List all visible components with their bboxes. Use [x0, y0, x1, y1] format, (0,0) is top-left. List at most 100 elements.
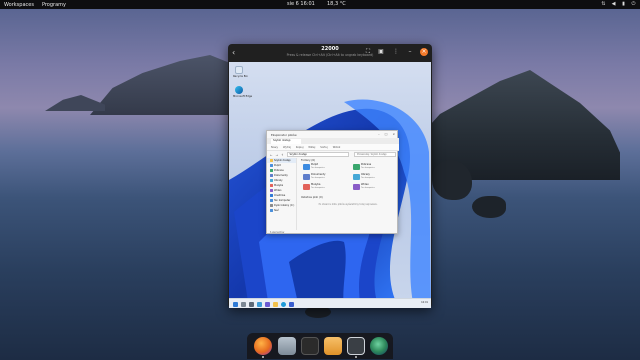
menu-icon[interactable]: ⋮ — [393, 49, 399, 55]
recycle-bin-icon — [235, 66, 243, 74]
new-button[interactable]: Nowy — [271, 146, 278, 149]
cut-button[interactable]: Wytnij — [283, 146, 291, 149]
maximize-icon[interactable]: □ — [385, 132, 388, 136]
paste-button[interactable]: Wklej — [308, 146, 315, 149]
window-controls: – □ × — [378, 132, 395, 136]
folder-icon — [270, 189, 273, 192]
weather-indicator[interactable]: 18,3 °C — [327, 0, 346, 9]
sort-button[interactable]: Sortuj — [320, 146, 327, 149]
file-explorer-window: Eksplorator plików – □ × Szybki dostęp N… — [266, 130, 399, 234]
vm-subtitle: Press & release Ctrl+Alt (Ctrl+Alt to un… — [286, 53, 374, 57]
battery-icon: ▮ — [622, 1, 625, 7]
system-tray[interactable]: ⇅ ◀ ▮ ⏻ — [601, 0, 636, 9]
wallpaper-islet — [45, 95, 105, 111]
guest-screen[interactable]: Recycle Bin Microsoft Edge Eksplorator p… — [229, 62, 431, 308]
screenshot-icon[interactable]: ▣ — [378, 49, 384, 55]
nav-item-label: Muzyka — [274, 184, 284, 187]
clock[interactable]: sie 6 16:01 — [287, 0, 315, 9]
content-pane: Foldery (6) Pulpit Ten komputer Pobrane Ten… — [298, 158, 398, 230]
minimize-icon[interactable]: – — [407, 49, 413, 55]
folder-icon — [303, 184, 310, 190]
running-indicator — [355, 356, 357, 358]
globe-icon[interactable] — [370, 337, 388, 355]
search-input[interactable]: Przeszukaj: Szybki dostęp — [354, 152, 396, 157]
volume-icon: ◀ — [611, 1, 616, 7]
folder-icon — [270, 159, 273, 162]
archive-icon[interactable] — [324, 337, 342, 355]
nav-item-label: Ten komputer — [274, 199, 291, 202]
chat-icon[interactable] — [265, 301, 270, 307]
folder-icon — [270, 209, 273, 212]
vm-title: 22000 — [321, 46, 339, 52]
folder-icon — [353, 174, 360, 180]
desktop-icon-recycle-bin[interactable]: Recycle Bin — [233, 66, 248, 84]
folder-icon — [270, 204, 273, 207]
nav-item-label: Pobrane — [274, 169, 284, 172]
nav-item-label: Pulpit — [274, 164, 281, 167]
search-icon[interactable] — [241, 301, 246, 307]
nav-item-label: Dysk lokalny (C:) — [274, 204, 295, 207]
close-icon[interactable]: × — [420, 48, 428, 56]
vm-window: ‹ 22000 Press & release Ctrl+Alt (Ctrl+A… — [228, 44, 432, 308]
vm-headerbar: ‹ 22000 Press & release Ctrl+Alt (Ctrl+A… — [228, 44, 432, 62]
firefox-icon[interactable] — [254, 337, 272, 355]
dock — [247, 333, 393, 359]
minimize-icon[interactable]: – — [378, 132, 380, 136]
nav-item-label: OneDrive — [274, 194, 286, 197]
folder-tile[interactable]: Dokumenty Ten komputer — [302, 173, 352, 182]
desktop-icon-edge[interactable]: Microsoft Edge — [233, 86, 252, 104]
folder-icon — [270, 164, 273, 167]
guest-tray-clock[interactable]: 16:01 — [421, 301, 428, 304]
address-bar[interactable]: Szybki dostęp — [286, 152, 349, 157]
up-icon[interactable]: ↑ — [281, 153, 284, 157]
fullscreen-icon[interactable]: ⛶ — [365, 49, 371, 55]
status-bar: 6 elementów — [270, 231, 285, 234]
close-icon[interactable]: × — [392, 132, 395, 136]
programs-button[interactable]: Programy — [38, 2, 70, 8]
folder-grid: Pulpit Ten komputer Pobrane Ten komputer Dok… — [298, 163, 398, 192]
explorer-icon[interactable] — [273, 301, 278, 307]
folder-location: Ten komputer — [361, 176, 375, 179]
boxes-icon[interactable] — [347, 337, 365, 355]
folder-icon — [270, 199, 273, 202]
nav-item-label: Obrazy — [274, 179, 283, 182]
folder-tile[interactable]: Muzyka Ten komputer — [302, 183, 352, 192]
edge-icon[interactable] — [281, 301, 286, 307]
folder-icon — [270, 169, 273, 172]
nav-item[interactable]: Sieć — [267, 208, 296, 213]
top-bar: Workspaces Programy sie 6 16:01 18,3 °C … — [0, 0, 640, 9]
folder-tile[interactable]: Pobrane Ten komputer — [352, 163, 400, 172]
nav-item-label: Sieć — [274, 209, 279, 212]
folder-icon — [270, 174, 273, 177]
nav-item-label: Wideo — [274, 189, 282, 192]
folder-tile[interactable]: Obrazy Ten komputer — [352, 173, 400, 182]
widgets-icon[interactable] — [257, 301, 262, 307]
terminal-icon[interactable] — [301, 337, 319, 355]
forward-icon[interactable]: → — [276, 153, 279, 157]
nav-item-label: Szybki dostęp — [274, 159, 291, 162]
folder-icon — [353, 164, 360, 170]
edge-icon — [235, 86, 243, 94]
folder-tile[interactable]: Pulpit Ten komputer — [302, 163, 352, 172]
task-view-icon[interactable] — [249, 301, 254, 307]
files-icon[interactable] — [278, 337, 296, 355]
folder-location: Ten komputer — [311, 176, 325, 179]
back-icon[interactable]: ← — [270, 153, 273, 157]
start-icon[interactable] — [233, 301, 238, 307]
view-button[interactable]: Widok — [333, 146, 341, 149]
nav-item-label: Dokumenty — [274, 174, 288, 177]
empty-recent-message: Po otwarciu kilku plików wyświetlimy tut… — [318, 203, 378, 206]
command-bar: Nowy Wytnij Kopiuj Wklej Sortuj Widok — [267, 144, 399, 151]
workspaces-button[interactable]: Workspaces — [0, 2, 38, 8]
folder-icon — [270, 179, 273, 182]
store-icon[interactable] — [289, 301, 294, 307]
navigation-pane: Szybki dostęp Pulpit Pobrane Dokumenty Obraz… — [267, 158, 297, 230]
folder-icon — [303, 174, 310, 180]
folder-tile[interactable]: Wideo Ten komputer — [352, 183, 400, 192]
power-icon: ⏻ — [631, 1, 636, 7]
folder-icon — [270, 184, 273, 187]
running-indicator — [262, 356, 264, 358]
copy-button[interactable]: Kopiuj — [296, 146, 304, 149]
back-icon[interactable]: ‹ — [232, 48, 240, 58]
wallpaper-rock — [432, 160, 472, 200]
